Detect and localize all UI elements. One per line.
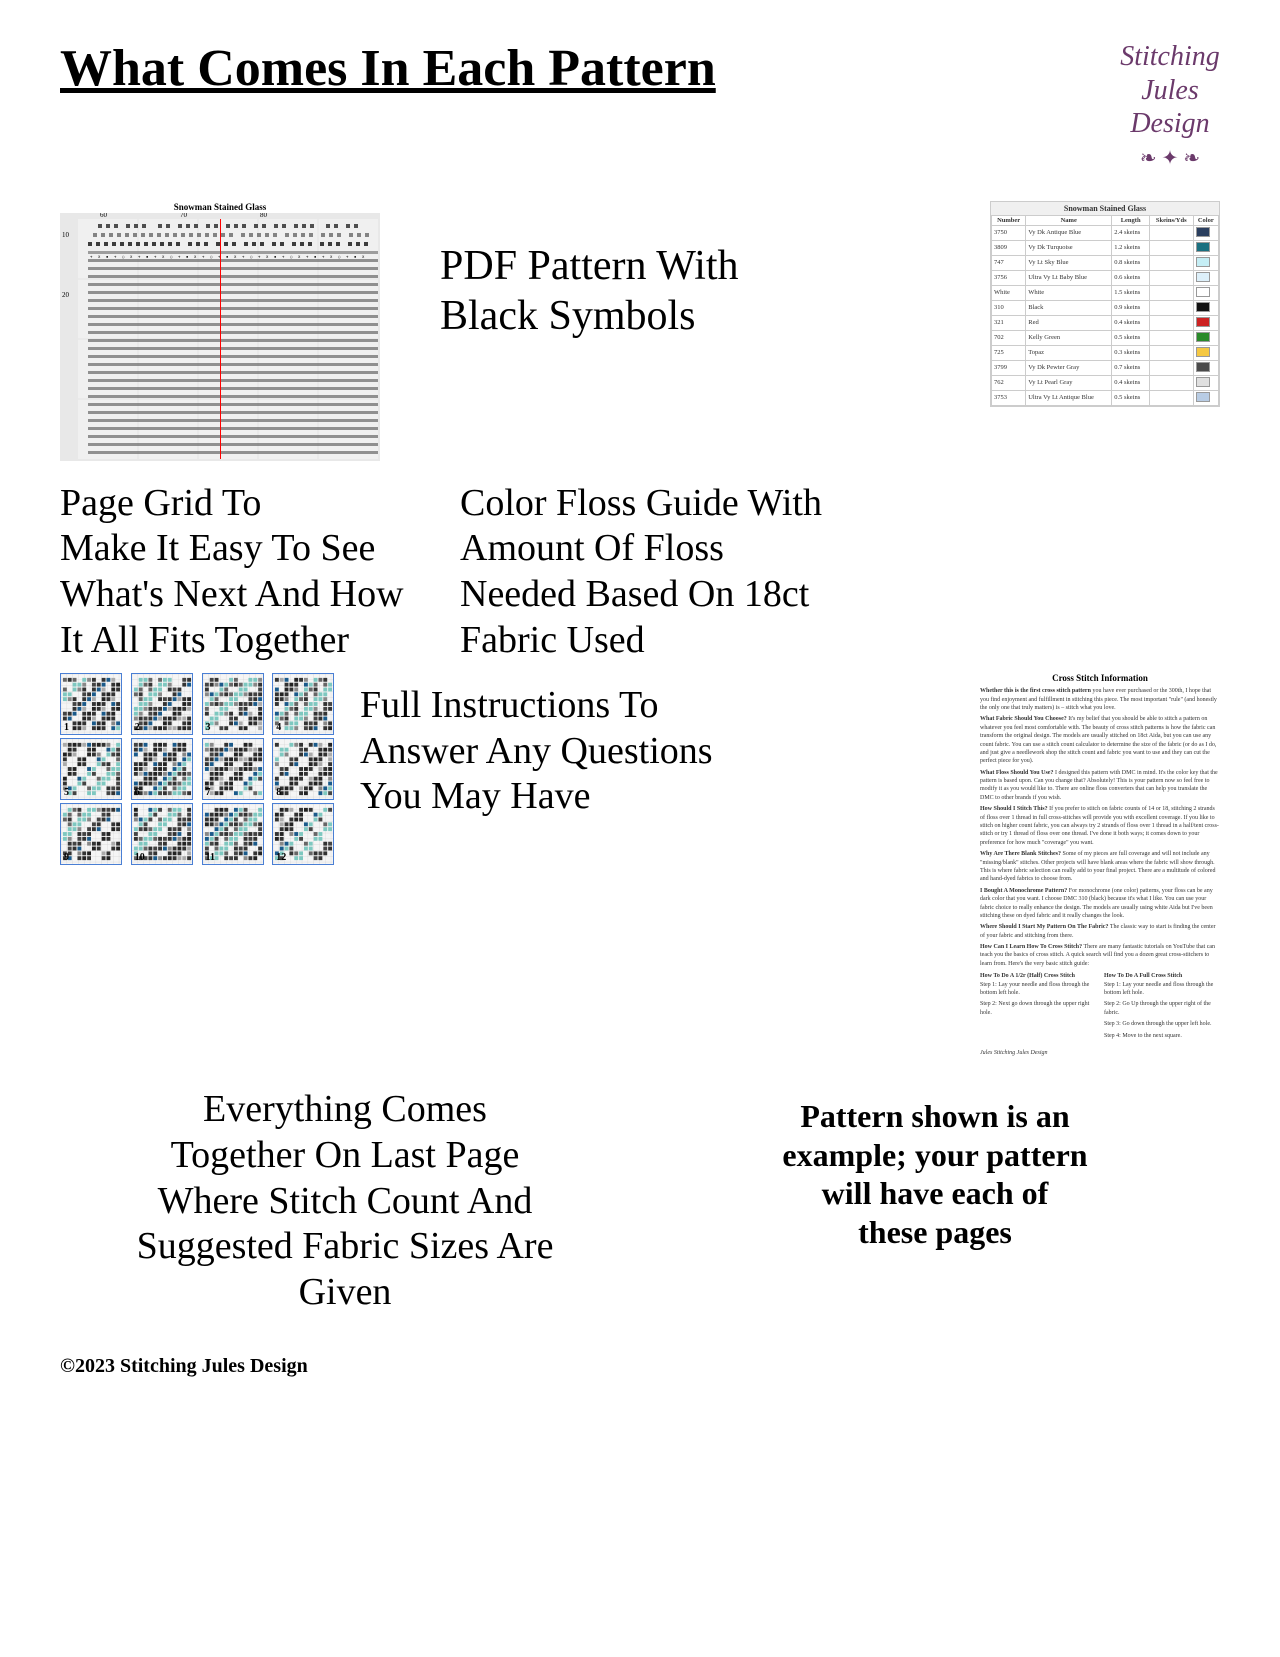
axis-label-10: 10: [62, 231, 69, 239]
thumbnail-svg: [132, 739, 192, 799]
svg-text:▪: ▪: [146, 254, 148, 259]
grid-page-thumbnail: 12: [272, 803, 334, 865]
page: What Comes In Each Pattern Stitching Jul…: [0, 0, 1280, 1657]
floss-row: 3799 Vy Dk Pewter Gray 0.7 skeins: [992, 360, 1219, 375]
floss-row: 702 Kelly Green 0.5 skeins: [992, 330, 1219, 345]
svg-text:▪: ▪: [106, 254, 108, 259]
floss-row: 3753 Ultra Vy Lt Antique Blue 0.5 skeins: [992, 390, 1219, 405]
floss-table-content: Number Name Length Skeins/Yds Color 3750…: [991, 215, 1219, 406]
svg-text:▪: ▪: [226, 254, 228, 259]
grid-page-thumbnail: 3: [202, 673, 264, 735]
header: What Comes In Each Pattern Stitching Jul…: [60, 40, 1220, 171]
logo-area: Stitching Jules Design ❧ ✦ ❧: [1120, 40, 1220, 171]
cross-stitch-pattern: Snowman Stained Glass 60 70 80 10 20: [60, 201, 380, 461]
example-note: Pattern shown is an example; your patter…: [650, 1087, 1220, 1251]
pdf-label: PDF Pattern With Black Symbols: [440, 241, 739, 342]
thumbnail-svg: [203, 674, 263, 734]
grid-page-thumbnail: 4: [272, 673, 334, 735]
color-floss-text: Color Floss Guide With Amount Of Floss N…: [460, 481, 1220, 663]
cs-info-paragraph: Whether this is the first cross stitch p…: [980, 687, 1220, 712]
svg-text:▪: ▪: [186, 254, 188, 259]
svg-text:▪: ▪: [274, 254, 276, 259]
grid-page-thumbnail: 2: [131, 673, 193, 735]
floss-row: 725 Topaz 0.3 skeins: [992, 345, 1219, 360]
svg-text:❧ ✦ ❧: ❧ ✦ ❧: [1140, 148, 1200, 170]
cs-info-paragraph: I Bought A Monochrome Pattern? For monoc…: [980, 887, 1220, 921]
grid-page-number: 7: [206, 787, 211, 798]
instructions-text: Full Instructions To Answer Any Question…: [360, 673, 960, 820]
floss-table-title: Snowman Stained Glass: [991, 202, 1219, 215]
grid-page-number: 9: [64, 852, 69, 863]
axis-label-20: 20: [62, 291, 69, 299]
grid-page-thumbnail: 11: [202, 803, 264, 865]
svg-text:▪: ▪: [354, 254, 356, 259]
floss-table: Snowman Stained Glass Number Name Length…: [990, 201, 1220, 407]
grid-page-thumbnail: 6: [131, 738, 193, 800]
floss-row: 3756 Ultra Vy Lt Baby Blue 0.6 skeins: [992, 270, 1219, 285]
grid-pages-grid: 123456789101112: [60, 673, 340, 865]
grid-pages-area: 123456789101112: [60, 673, 340, 865]
cs-info-paragraph: How Should I Stitch This? If you prefer …: [980, 805, 1220, 847]
pattern-image-box: Snowman Stained Glass 60 70 80 10 20: [60, 201, 400, 461]
grid-page-number: 1: [64, 722, 69, 733]
page-title: What Comes In Each Pattern: [60, 40, 716, 97]
section-thumbnails: 123456789101112 Full Instructions To Ans…: [60, 673, 1220, 1057]
thumbnail-svg: [273, 739, 333, 799]
grid-page-number: 10: [135, 852, 145, 863]
cs-info-title: Cross Stitch Information: [980, 673, 1220, 683]
floss-row: 321 Red 0.4 skeins: [992, 315, 1219, 330]
floss-row: White White 1.5 skeins: [992, 285, 1219, 300]
grid-page-number: 2: [135, 722, 140, 733]
pdf-text-area: PDF Pattern With Black Symbols: [440, 201, 950, 342]
grid-page-number: 6: [135, 787, 140, 798]
cs-info-paragraph: Why Are There Blank Stitches? Some of my…: [980, 850, 1220, 884]
pattern-title: Snowman Stained Glass: [60, 201, 380, 213]
cs-info-paragraph: What Floss Should You Use? I designed th…: [980, 769, 1220, 803]
cs-how-to: How To Do A 1/2r (Half) Cross StitchStep…: [980, 972, 1220, 1043]
cs-half-stitch-col: How To Do A 1/2r (Half) Cross StitchStep…: [980, 972, 1096, 1043]
grid-page-thumbnail: 8: [272, 738, 334, 800]
thumbnail-svg: [61, 674, 121, 734]
grid-page-thumbnail: 5: [60, 738, 122, 800]
floss-row: 3750 Vy Dk Antique Blue 2.4 skeins: [992, 225, 1219, 240]
cs-info-paragraph: What Fabric Should You Choose? It's my b…: [980, 715, 1220, 765]
grid-page-thumbnail: 7: [202, 738, 264, 800]
section-color-floss: Page Grid To Make It Easy To See What's …: [60, 481, 1220, 663]
footer: ©2023 Stitching Jules Design: [60, 1355, 1220, 1378]
grid-page-thumbnail: 1: [60, 673, 122, 735]
grid-page-number: 4: [276, 722, 281, 733]
stitch-svg: +x▪+○x+▪+x○+▪x+○+▪x+○+x▪+○x+▪+x○+▪x: [78, 219, 378, 459]
grid-page-number: 3: [206, 722, 211, 733]
cs-info-paragraph: Where Should I Start My Pattern On The F…: [980, 923, 1220, 940]
page-grid-text: Page Grid To Make It Easy To See What's …: [60, 481, 440, 663]
thumbnail-svg: [61, 739, 121, 799]
cross-stitch-info-box: Cross Stitch Information Whether this is…: [980, 673, 1220, 1057]
grid-page-number: 8: [276, 787, 281, 798]
section-last-page: Everything Comes Together On Last Page W…: [60, 1087, 1220, 1315]
floss-row: 747 Vy Lt Sky Blue 0.8 skeins: [992, 255, 1219, 270]
cs-info-paragraph: How Can I Learn How To Cross Stitch? The…: [980, 943, 1220, 968]
cs-full-stitch-col: How To Do A Full Cross StitchStep 1: Lay…: [1104, 972, 1220, 1043]
floss-row: 310 Black 0.9 skeins: [992, 300, 1219, 315]
floss-row: 762 Vy Lt Pearl Gray 0.4 skeins: [992, 375, 1219, 390]
logo-ornament-icon: ❧ ✦ ❧: [1120, 141, 1220, 171]
grid-page-number: 12: [276, 852, 286, 863]
grid-page-number: 5: [64, 787, 69, 798]
grid-page-thumbnail: 10: [131, 803, 193, 865]
center-line: [220, 219, 221, 459]
section-1: Snowman Stained Glass 60 70 80 10 20: [60, 201, 1220, 461]
grid-page-number: 11: [206, 852, 215, 863]
thumbnail-svg: [61, 804, 121, 864]
svg-text:▪: ▪: [314, 254, 316, 259]
cs-signature: Jules Stitching Jules Design: [980, 1049, 1220, 1057]
thumbnail-svg: [132, 674, 192, 734]
grid-page-thumbnail: 9: [60, 803, 122, 865]
floss-row: 3809 Vy Dk Turquoise 1.2 skeins: [992, 240, 1219, 255]
last-page-text: Everything Comes Together On Last Page W…: [60, 1087, 630, 1315]
thumbnail-svg: [273, 674, 333, 734]
thumbnail-svg: [203, 739, 263, 799]
floss-guide-box: Snowman Stained Glass Number Name Length…: [990, 201, 1220, 407]
cs-info-body: Whether this is the first cross stitch p…: [980, 687, 1220, 1057]
logo-text: Stitching Jules Design: [1120, 40, 1220, 141]
